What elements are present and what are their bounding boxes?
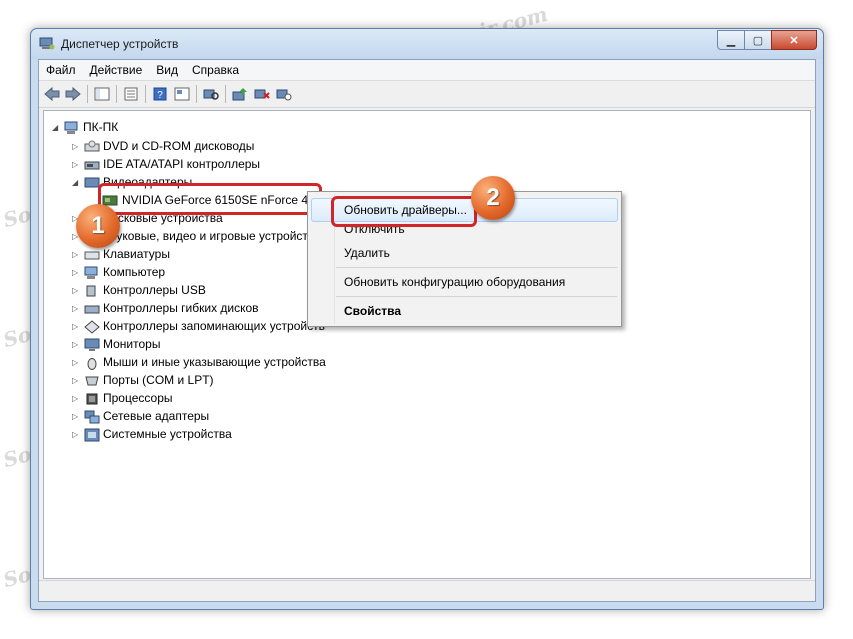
toolbar-separator xyxy=(196,85,197,103)
scan-hardware-button[interactable] xyxy=(202,85,220,103)
toolbar: ? xyxy=(39,81,815,108)
client-area: Файл Действие Вид Справка ? ◢ ПК-ПК ▷ DV… xyxy=(38,59,816,602)
dvd-drive-icon xyxy=(84,140,100,152)
system-device-icon xyxy=(84,428,100,442)
expand-arrow-icon[interactable]: ▷ xyxy=(72,156,78,173)
window-title: Диспетчер устройств xyxy=(61,37,179,51)
tree-item-label: Порты (COM и LPT) xyxy=(103,373,214,387)
menu-separator xyxy=(336,267,617,268)
computer-icon xyxy=(84,266,98,279)
expand-arrow-icon[interactable]: ▷ xyxy=(72,246,78,263)
highlight-frame xyxy=(331,196,477,227)
collapse-arrow-icon[interactable]: ◢ xyxy=(52,119,58,136)
menu-action[interactable]: Действие xyxy=(83,63,150,77)
tree-item-label: Звуковые, видео и игровые устройства xyxy=(103,229,321,243)
tree-item-label: Мониторы xyxy=(103,337,161,351)
tree-item-label: Контроллеры запоминающих устройств xyxy=(103,319,325,333)
properties-icon xyxy=(124,87,138,101)
expand-arrow-icon[interactable]: ▷ xyxy=(72,300,78,317)
close-icon: ✕ xyxy=(789,34,799,47)
tree-item-label: IDE ATA/ATAPI контроллеры xyxy=(103,157,261,171)
tree-view-button[interactable] xyxy=(93,85,111,103)
window-controls: ▁ ▢ ✕ xyxy=(717,30,817,50)
back-button[interactable] xyxy=(43,85,61,103)
menu-separator xyxy=(336,296,617,297)
expand-arrow-icon[interactable]: ▷ xyxy=(72,336,78,353)
disable-device-button[interactable] xyxy=(275,85,293,103)
expand-arrow-icon[interactable]: ▷ xyxy=(72,318,78,335)
computer-icon xyxy=(64,121,78,134)
storage-controller-icon xyxy=(84,320,100,334)
close-button[interactable]: ✕ xyxy=(771,30,817,50)
keyboard-icon xyxy=(84,251,100,260)
expand-arrow-icon[interactable]: ▷ xyxy=(72,138,78,155)
show-hidden-button[interactable] xyxy=(173,85,191,103)
step-badge: 1 xyxy=(76,204,120,248)
device-manager-icon xyxy=(39,37,55,50)
update-driver-button[interactable] xyxy=(231,85,249,103)
expand-arrow-icon[interactable]: ▷ xyxy=(72,408,78,425)
toolbar-separator xyxy=(145,85,146,103)
menu-view[interactable]: Вид xyxy=(149,63,185,77)
expand-arrow-icon[interactable]: ▷ xyxy=(72,354,78,371)
monitor-icon xyxy=(84,338,100,351)
processor-icon xyxy=(86,393,98,405)
tree-item-label: DVD и CD-ROM дисководы xyxy=(103,139,255,153)
step-badge: 2 xyxy=(471,176,515,220)
forward-icon xyxy=(65,87,81,101)
expand-arrow-icon[interactable]: ▷ xyxy=(72,264,78,281)
scan-hardware-icon xyxy=(203,89,219,100)
menu-bar: Файл Действие Вид Справка xyxy=(39,60,815,81)
minimize-icon: ▁ xyxy=(726,34,736,47)
highlight-frame xyxy=(98,183,322,215)
uninstall-device-button[interactable] xyxy=(253,85,271,103)
menu-item-remove[interactable]: Удалить xyxy=(344,246,390,260)
minimize-button[interactable]: ▁ xyxy=(717,30,745,50)
update-driver-icon xyxy=(232,88,247,101)
tree-root-label: ПК-ПК xyxy=(83,120,119,134)
disable-device-icon xyxy=(276,89,292,101)
tree-item-label: Сетевые адаптеры xyxy=(103,409,210,423)
maximize-button[interactable]: ▢ xyxy=(744,30,772,50)
toolbar-separator xyxy=(225,85,226,103)
tree-item-label: Процессоры xyxy=(103,391,173,405)
tree-item-label: Контроллеры USB xyxy=(103,283,206,297)
forward-button[interactable] xyxy=(64,85,82,103)
port-icon xyxy=(85,376,99,386)
tree-item-label: Клавиатуры xyxy=(103,247,170,261)
tree-item-label: Системные устройства xyxy=(103,427,232,441)
status-bar xyxy=(39,580,815,601)
tree-view-icon xyxy=(94,87,110,101)
show-hidden-icon xyxy=(174,87,190,101)
uninstall-device-icon xyxy=(254,89,270,99)
tree-item-label: Контроллеры гибких дисков xyxy=(103,301,259,315)
menu-help[interactable]: Справка xyxy=(185,63,246,77)
tree-item-label: Мыши и иные указывающие устройства xyxy=(103,355,326,369)
svg-text:?: ? xyxy=(157,90,163,101)
expand-arrow-icon[interactable]: ▷ xyxy=(72,390,78,407)
help-icon: ? xyxy=(153,87,167,101)
network-adapter-icon xyxy=(84,410,100,424)
expand-arrow-icon[interactable]: ▷ xyxy=(72,426,78,443)
ide-controller-icon xyxy=(84,161,100,170)
menu-item-scan-hardware[interactable]: Обновить конфигурацию оборудования xyxy=(344,275,565,289)
toolbar-separator xyxy=(87,85,88,103)
expand-arrow-icon[interactable]: ▷ xyxy=(72,282,78,299)
menu-item-properties[interactable]: Свойства xyxy=(344,304,401,318)
help-button[interactable]: ? xyxy=(151,85,169,103)
menu-file[interactable]: Файл xyxy=(39,63,83,77)
title-bar[interactable]: Диспетчер устройств ▁ ▢ ✕ xyxy=(31,29,823,59)
floppy-controller-icon xyxy=(84,305,100,314)
collapse-arrow-icon[interactable]: ◢ xyxy=(72,174,78,191)
expand-arrow-icon[interactable]: ▷ xyxy=(72,372,78,389)
tree-item-label: Компьютер xyxy=(103,265,166,279)
back-icon xyxy=(44,87,60,101)
usb-controller-icon xyxy=(86,285,96,297)
device-tree[interactable]: ◢ ПК-ПК ▷ DVD и CD-ROM дисководы ▷ IDE A… xyxy=(43,110,811,579)
mouse-icon xyxy=(87,358,97,370)
properties-button[interactable] xyxy=(122,85,140,103)
toolbar-separator xyxy=(116,85,117,103)
maximize-icon: ▢ xyxy=(752,34,764,47)
